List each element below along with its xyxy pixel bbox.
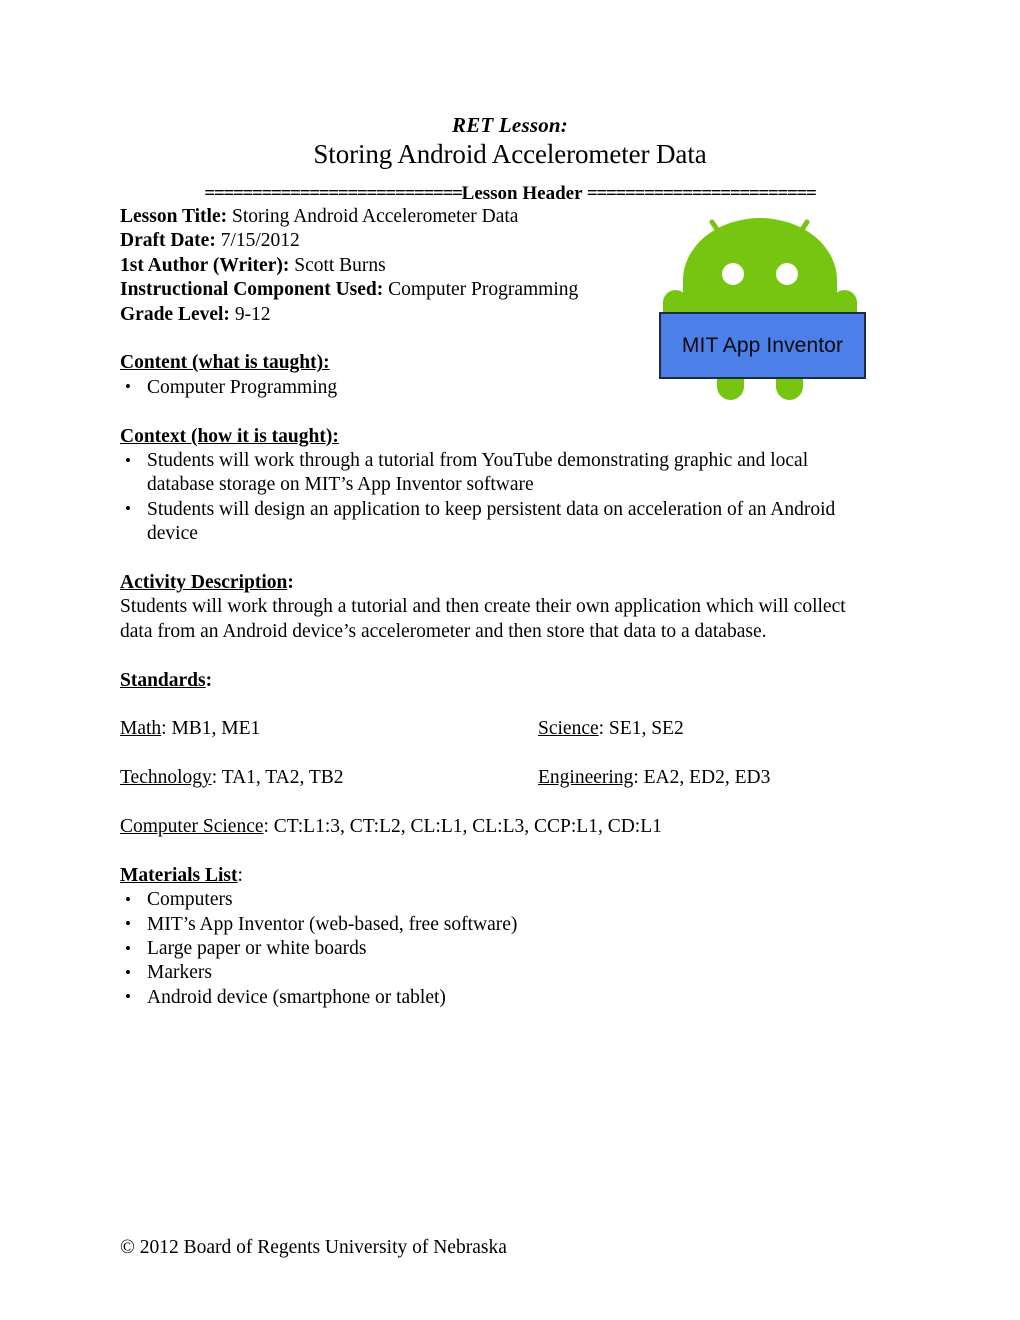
document-body: Lesson Title: Storing Android Accelerome… [120,205,880,1010]
section-heading-context: Context (how it is taught): [120,425,880,449]
list-item: Students will design an application to k… [120,497,880,547]
standards-value: : MB1, ME1 [161,718,261,740]
metadata-draft-date: Draft Date: 7/15/2012 [120,229,880,253]
section-heading-content: Content (what is taught): [120,351,880,375]
document-page: RET Lesson: Storing Android Acceleromete… [0,0,1020,1320]
section-heading-materials-list-text: Materials List [120,864,238,886]
standards-value: : CT:L1:3, CT:L2, CL:L1, CL:L3, CCP:L1, … [263,816,662,838]
section-heading-suffix: : [287,572,294,594]
section-heading-activity-description: Activity Description: [120,571,880,595]
standards-label: Math [120,718,162,740]
footer-copyright: © 2012 Board of Regents University of Ne… [120,1237,507,1258]
metadata-label: Lesson Title: [120,206,228,227]
metadata-value: 9-12 [229,303,271,325]
separator-equals-right: ======================== [586,183,817,204]
list-item: MIT’s App Inventor (web-based, free soft… [120,912,880,937]
standards-cell-computer-science: Computer Science: CT:L1:3, CT:L2, CL:L1,… [120,815,662,839]
title-block: RET Lesson: Storing Android Acceleromete… [120,112,900,171]
lesson-header-label: Lesson Header [461,183,583,204]
metadata-label: Draft Date: [120,230,216,252]
metadata-label: Instructional Component Used: [120,279,384,301]
list-item: Computer Programming [120,375,640,400]
materials-list: Computers MIT’s App Inventor (web-based,… [120,888,880,1010]
metadata-label: Grade Level: [120,303,230,325]
standards-cell-engineering: Engineering: EA2, ED2, ED3 [538,766,770,790]
metadata-value: Storing Android Accelerometer Data [227,206,519,227]
section-heading-suffix: : [237,864,243,886]
section-heading-suffix: : [205,669,213,691]
standards-label: Technology [120,767,212,789]
separator-equals-left: =========================== [204,183,463,204]
list-item: Markers [120,961,880,986]
ret-lesson-label: RET Lesson: [452,113,568,137]
standards-cell-math: Math: MB1, ME1 [120,717,260,741]
lesson-header-separator: ===========================Lesson Header… [120,183,900,205]
section-heading-materials-list: Materials List: [120,864,880,888]
metadata-label: 1st Author (Writer): [120,254,290,276]
metadata-author: 1st Author (Writer): Scott Burns [120,254,880,278]
activity-description-paragraph: Students will work through a tutorial an… [120,596,846,642]
standards-label: Computer Science [120,816,264,838]
section-heading-content-text: Content (what is taught): [120,352,330,374]
standards-value: : SE1, SE2 [598,718,684,740]
standards-row: Computer Science: CT:L1:3, CT:L2, CL:L1,… [120,815,880,839]
metadata-grade-level: Grade Level: 9-12 [120,303,880,327]
list-item: Android device (smartphone or tablet) [120,985,880,1010]
list-item: Students will work through a tutorial fr… [120,449,880,498]
metadata-lesson-title: Lesson Title: Storing Android Accelerome… [120,205,880,229]
section-heading-context-text: Context (how it is taught): [120,425,339,447]
metadata-value: 7/15/2012 [215,230,300,252]
list-item: Large paper or white boards [120,937,880,962]
section-heading-standards: Standards: [120,669,880,693]
standards-row: Technology: TA1, TA2, TB2 Engineering: E… [120,766,880,790]
section-heading-activity-description-text: Activity Description [120,572,288,594]
content-list: Computer Programming [120,375,640,400]
standards-label: Science [538,718,599,740]
metadata-instructional-component: Instructional Component Used: Computer P… [120,278,880,302]
standards-row: Math: MB1, ME1 Science: SE1, SE2 [120,717,880,741]
standards-value: : EA2, ED2, ED3 [633,767,771,789]
context-list: Students will work through a tutorial fr… [120,449,880,547]
section-heading-standards-text: Standards [120,669,206,691]
metadata-value: Computer Programming [383,279,579,301]
page-title: Storing Android Accelerometer Data [313,139,707,169]
standards-cell-technology: Technology: TA1, TA2, TB2 [120,766,344,790]
standards-value: : TA1, TA2, TB2 [211,767,344,789]
standards-cell-science: Science: SE1, SE2 [538,717,684,741]
list-item: Computers [120,888,880,913]
metadata-value: Scott Burns [289,254,386,276]
standards-label: Engineering [538,767,634,789]
